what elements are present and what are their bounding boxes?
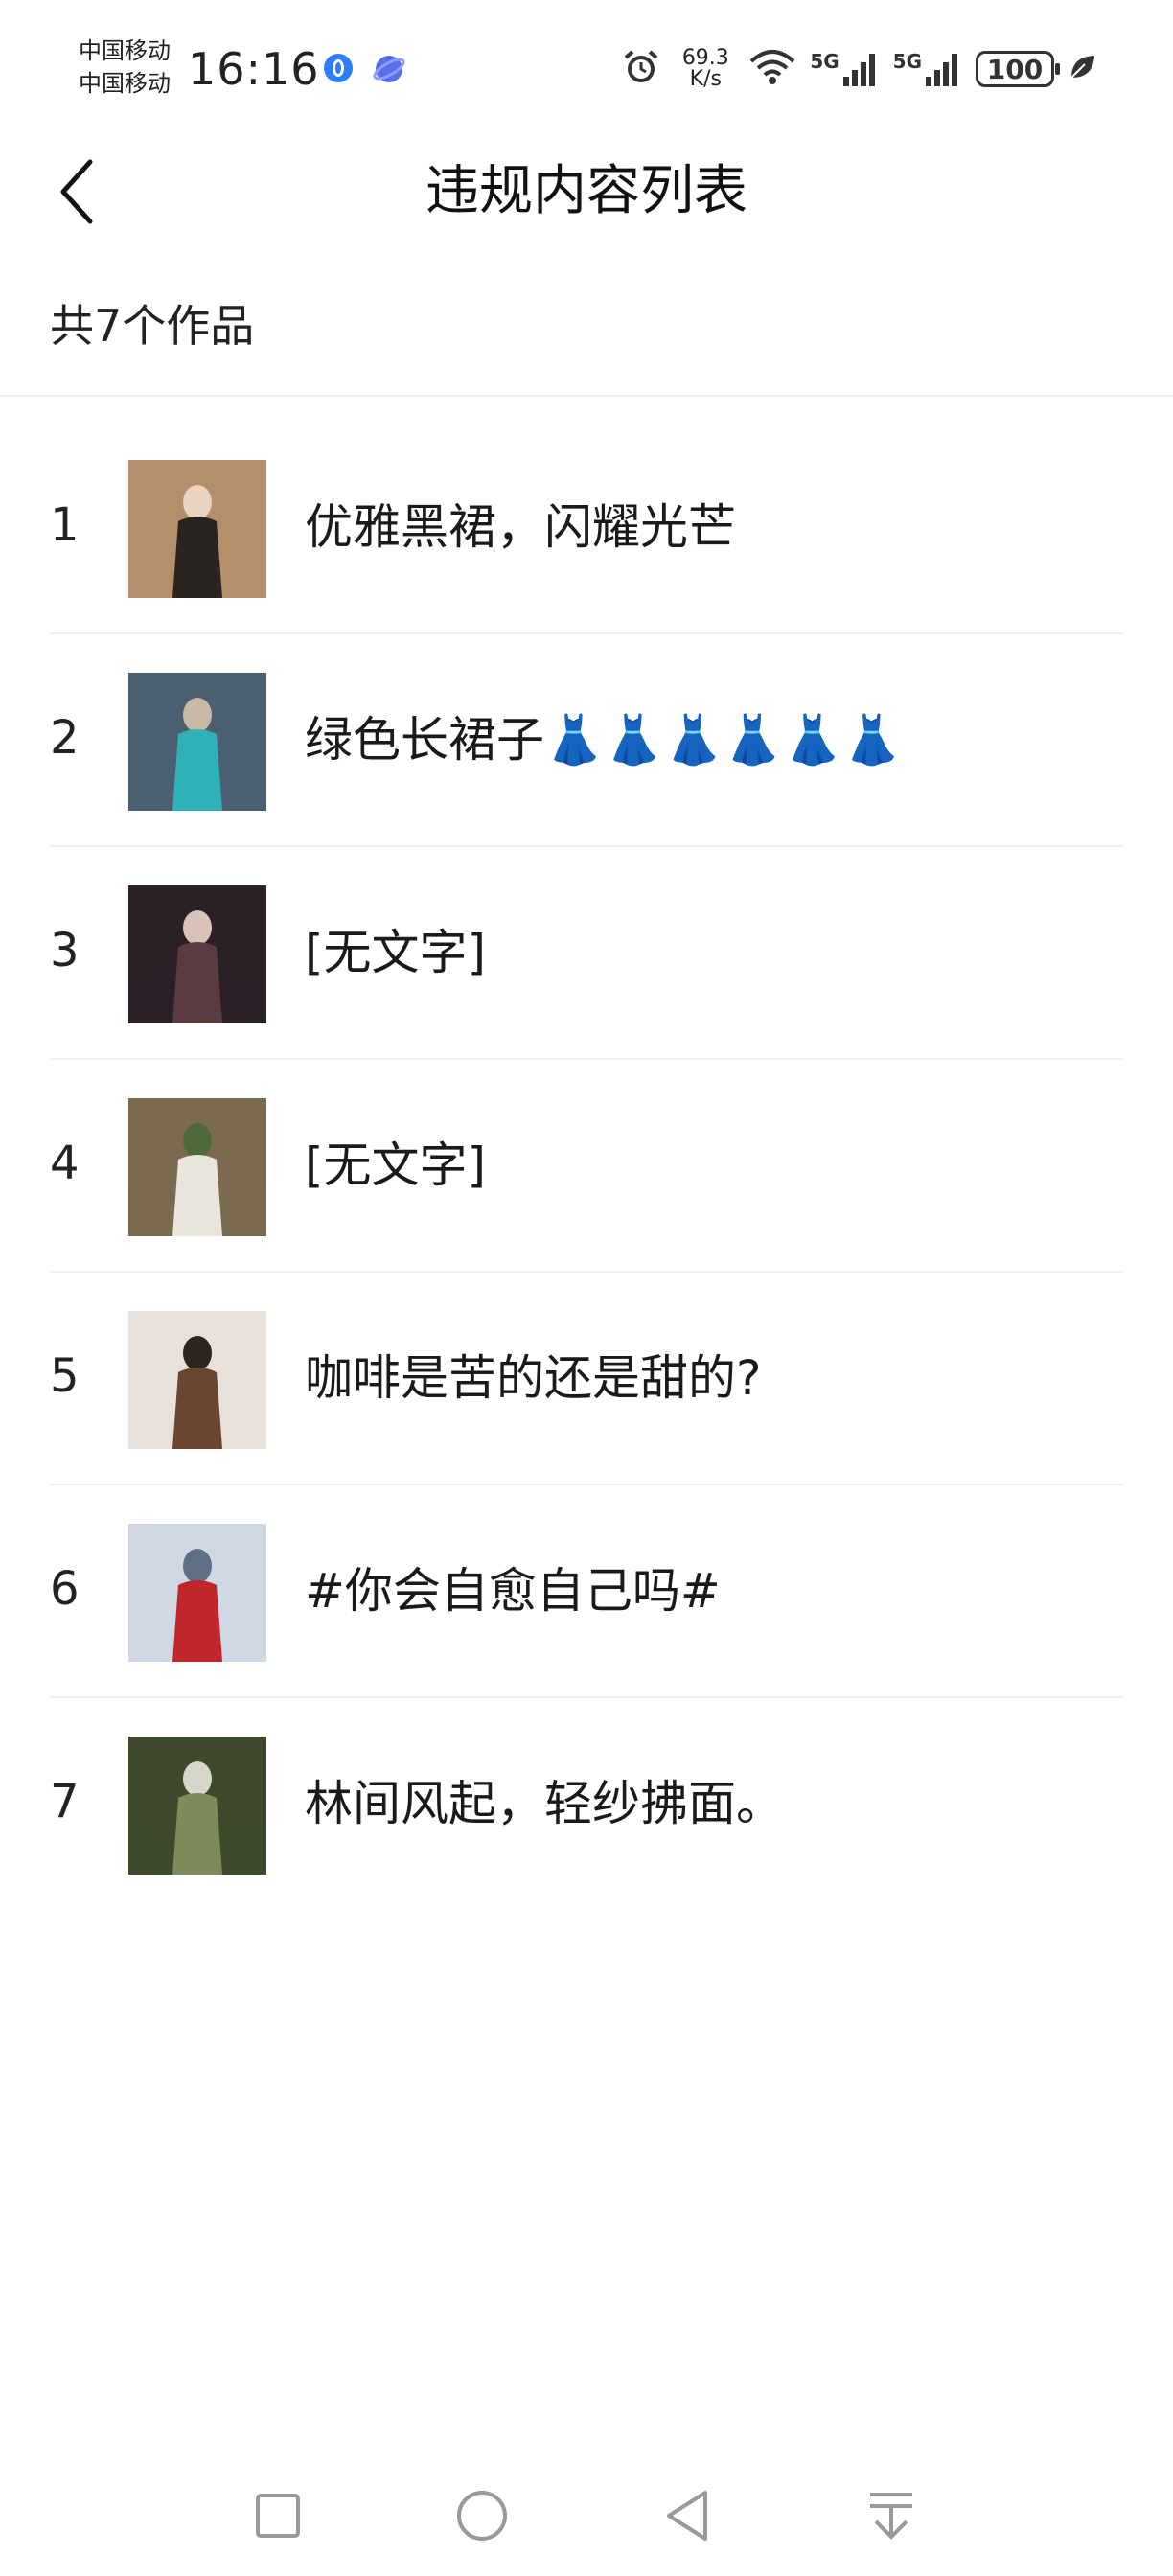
carrier-info: 中国移动 中国移动 [79, 34, 171, 100]
item-thumbnail[interactable] [128, 886, 266, 1024]
home-button[interactable] [448, 2482, 516, 2549]
carrier-1: 中国移动 [79, 37, 171, 64]
network-type-1: 5G [810, 50, 840, 73]
status-indicators: 69.3 K/s 5G 5G 100 [620, 40, 1096, 98]
item-index: 4 [50, 1137, 80, 1190]
item-index: 5 [50, 1349, 80, 1403]
item-title: #你会自愈自己吗# [305, 1563, 721, 1619]
item-index: 2 [50, 711, 80, 765]
planet-icon [372, 52, 405, 84]
signal-icon: 5G [893, 50, 962, 88]
item-title: [无文字] [305, 925, 487, 980]
item-thumbnail[interactable] [128, 1311, 266, 1449]
status-time: 16:16 [188, 43, 320, 95]
item-title: 咖啡是苦的还是甜的? [305, 1350, 762, 1406]
carrier-2: 中国移动 [79, 70, 171, 97]
violation-list: 1 优雅黑裙，闪耀光芒 2 绿色长裙子👗👗👗👗👗👗 3 [无文字] 4 [无文字] 5 咖啡是苦的… [0, 422, 1173, 1911]
net-speed-value: 69.3 [681, 46, 729, 70]
nav-back-button[interactable] [654, 2482, 721, 2549]
recent-apps-button[interactable] [244, 2482, 311, 2549]
back-triangle-icon [667, 2491, 707, 2541]
battery-level: 100 [986, 53, 1044, 85]
item-thumbnail[interactable] [128, 460, 266, 598]
net-speed: 69.3 K/s [676, 48, 735, 90]
network-type-2: 5G [892, 50, 922, 73]
item-index: 3 [50, 924, 80, 978]
list-item[interactable]: 4 [无文字] [0, 1060, 1173, 1273]
item-index: 7 [50, 1775, 80, 1828]
list-item[interactable]: 1 优雅黑裙，闪耀光芒 [0, 422, 1173, 634]
header: 违规内容列表 [0, 144, 1173, 240]
item-thumbnail[interactable] [128, 673, 266, 811]
list-item[interactable]: 7 林间风起，轻纱拂面。 [0, 1698, 1173, 1911]
notification-drawer-icon [870, 2493, 912, 2540]
system-nav-bar [0, 2453, 1173, 2576]
divider [0, 395, 1173, 397]
home-circle-icon [457, 2491, 507, 2541]
item-index: 1 [50, 498, 80, 552]
net-speed-unit: K/s [689, 67, 722, 91]
works-count: 共7个作品 [50, 300, 255, 352]
list-item[interactable]: 2 绿色长裙子👗👗👗👗👗👗 [0, 634, 1173, 847]
list-item[interactable]: 5 咖啡是苦的还是甜的? [0, 1273, 1173, 1485]
app-notification-icon [322, 52, 355, 84]
item-title: 优雅黑裙，闪耀光芒 [305, 499, 736, 555]
leaf-icon [1068, 53, 1096, 85]
item-title: 绿色长裙子👗👗👗👗👗👗 [305, 712, 903, 768]
alarm-icon [620, 46, 662, 92]
item-title: 林间风起，轻纱拂面。 [305, 1776, 784, 1831]
notification-drawer-button[interactable] [858, 2482, 925, 2549]
item-title: [无文字] [305, 1138, 487, 1193]
item-thumbnail[interactable] [128, 1736, 266, 1874]
status-bar: 中国移动 中国移动 16:16 69.3 K/s 5G 5G 100 [0, 0, 1173, 144]
page-title: 违规内容列表 [426, 160, 748, 222]
battery-icon: 100 [976, 51, 1060, 87]
list-item[interactable]: 3 [无文字] [0, 847, 1173, 1060]
wifi-icon [748, 48, 796, 90]
recent-apps-square-icon [256, 2494, 300, 2538]
item-thumbnail[interactable] [128, 1098, 266, 1236]
list-item[interactable]: 6 #你会自愈自己吗# [0, 1485, 1173, 1698]
signal-icon: 5G [810, 50, 879, 88]
item-thumbnail[interactable] [128, 1524, 266, 1662]
item-index: 6 [50, 1562, 80, 1616]
